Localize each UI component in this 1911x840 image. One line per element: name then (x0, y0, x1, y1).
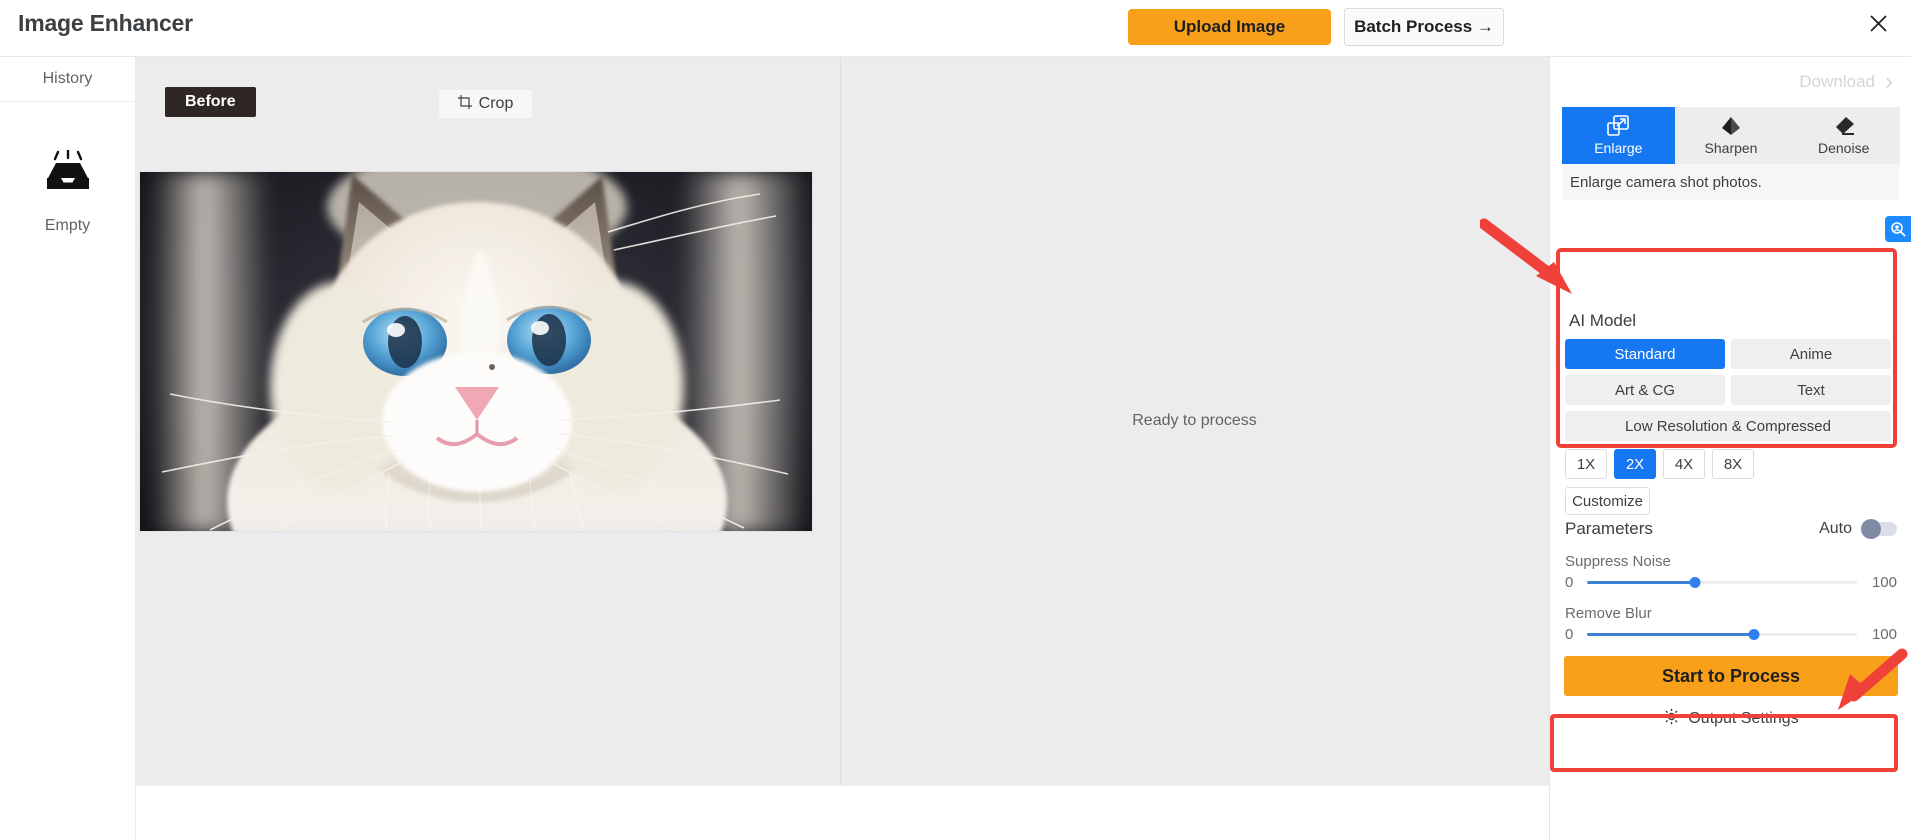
scale-option-1x[interactable]: 1X (1565, 449, 1607, 479)
download-row[interactable]: Download › (1550, 57, 1911, 107)
remove-blur-fill (1587, 633, 1755, 636)
auto-label: Auto (1819, 520, 1852, 537)
suppress-noise-max: 100 (1871, 574, 1897, 591)
history-empty-state: Empty (0, 148, 135, 235)
scale-option-2x[interactable]: 2X (1614, 449, 1656, 479)
app-window: Image Enhancer Upload Image Batch Proces… (0, 0, 1911, 840)
model-option-standard[interactable]: Standard (1565, 339, 1725, 369)
crop-icon (457, 94, 472, 114)
auto-toggle[interactable] (1861, 519, 1897, 539)
before-badge: Before (165, 87, 256, 117)
scale-options: 1X 2X 4X 8X (1565, 449, 1896, 479)
remove-blur-label: Remove Blur (1565, 605, 1652, 622)
ai-model-section: AI Model Standard Anime Art & CG Text Lo… (1559, 304, 1902, 523)
app-header: Image Enhancer Upload Image Batch Proces… (0, 0, 1911, 57)
batch-process-button[interactable]: Batch Process → (1344, 8, 1504, 46)
mode-description: Enlarge camera shot photos. (1562, 164, 1899, 200)
after-pane: Ready to process (841, 57, 1548, 785)
output-settings-label: Output Settings (1688, 710, 1799, 727)
model-option-text[interactable]: Text (1731, 375, 1891, 405)
customize-button[interactable]: Customize (1565, 487, 1650, 515)
magnifier-icon[interactable] (1885, 216, 1911, 242)
tab-sharpen[interactable]: Sharpen (1675, 107, 1788, 164)
tab-enlarge[interactable]: Enlarge (1562, 107, 1675, 164)
remove-blur-max: 100 (1871, 626, 1897, 643)
suppress-noise-min: 0 (1565, 574, 1574, 591)
tab-denoise-label: Denoise (1817, 140, 1870, 156)
inbox-empty-icon (45, 148, 91, 195)
model-option-anime[interactable]: Anime (1731, 339, 1891, 369)
auto-toggle-group: Auto (1819, 519, 1897, 539)
suppress-noise-track[interactable] (1587, 577, 1857, 588)
remove-blur-slider[interactable]: 0 100 (1565, 626, 1897, 643)
parameters-header: Parameters Auto (1565, 519, 1897, 539)
suppress-noise-fill (1587, 581, 1695, 584)
page-title: Image Enhancer (18, 10, 193, 36)
remove-blur-min: 0 (1565, 626, 1574, 643)
gear-icon (1663, 708, 1680, 730)
source-image-preview[interactable] (139, 171, 813, 532)
kitten-photo (140, 172, 812, 531)
ai-model-options: Standard Anime Art & CG Text Low Resolut… (1565, 339, 1896, 441)
header-actions: Upload Image Batch Process → (1128, 8, 1504, 46)
crop-button[interactable]: Crop (438, 89, 533, 119)
crop-button-label: Crop (478, 95, 514, 112)
remove-blur-handle[interactable] (1748, 629, 1760, 640)
mode-tabs: Enlarge Sharpen Denoise (1562, 107, 1900, 164)
scale-option-4x[interactable]: 4X (1663, 449, 1705, 479)
auto-toggle-knob (1861, 519, 1881, 539)
suppress-noise-handle[interactable] (1689, 577, 1701, 588)
suppress-noise-label: Suppress Noise (1565, 553, 1671, 570)
download-label: Download (1799, 72, 1875, 91)
before-pane: Before Crop (136, 57, 841, 785)
parameters-title: Parameters (1565, 519, 1653, 538)
settings-panel: Download › Enlarge Sharpen Denoise Enlar… (1549, 57, 1911, 840)
history-empty-label: Empty (44, 217, 91, 234)
sidebar-history-header: History (0, 57, 135, 102)
chevron-right-icon: › (1885, 68, 1893, 95)
ready-status-text: Ready to process (1132, 412, 1257, 429)
parameters-section: Parameters Auto Suppress Noise 0 100 Rem… (1565, 519, 1897, 643)
close-icon[interactable] (1859, 4, 1897, 42)
sharpen-diamond-icon (1720, 115, 1742, 137)
model-option-low-resolution-compressed[interactable]: Low Resolution & Compressed (1565, 411, 1891, 441)
suppress-noise-slider[interactable]: 0 100 (1565, 574, 1897, 591)
model-option-art-cg[interactable]: Art & CG (1565, 375, 1725, 405)
output-settings-button[interactable]: Output Settings (1564, 708, 1898, 730)
history-sidebar: History Empty (0, 57, 136, 840)
tab-sharpen-label: Sharpen (1704, 140, 1758, 156)
eraser-icon (1833, 115, 1855, 137)
start-to-process-button[interactable]: Start to Process (1564, 656, 1898, 696)
tab-denoise[interactable]: Denoise (1787, 107, 1900, 164)
canvas-area: Before Crop Ready to process (136, 57, 1549, 785)
scale-option-8x[interactable]: 8X (1712, 449, 1754, 479)
start-area: Start to Process Output Settings (1564, 656, 1898, 730)
expand-icon (1607, 115, 1630, 137)
remove-blur-track[interactable] (1587, 629, 1857, 640)
tab-enlarge-label: Enlarge (1594, 140, 1643, 156)
ai-model-title: AI Model (1569, 311, 1637, 330)
canvas-footer (136, 785, 1549, 840)
upload-image-button[interactable]: Upload Image (1128, 9, 1331, 45)
